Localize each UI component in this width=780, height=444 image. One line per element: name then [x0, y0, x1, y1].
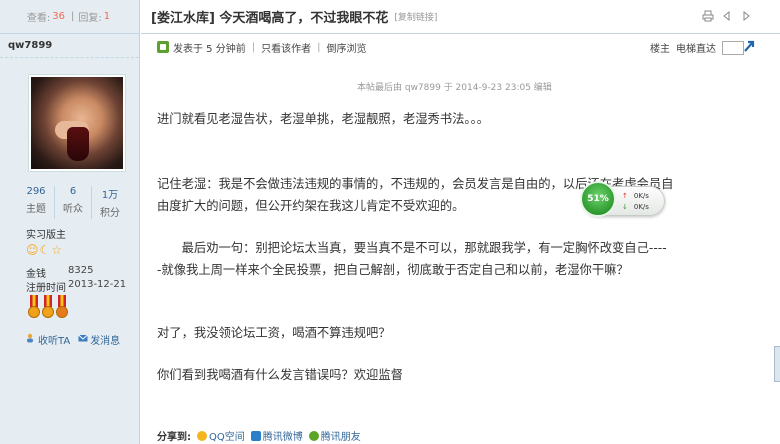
moon-icon: ☾	[39, 243, 51, 257]
floor-jump: 楼主 电梯直达	[650, 40, 744, 55]
user-group[interactable]: 实习版主	[26, 226, 66, 241]
share-pengyou[interactable]: 腾讯朋友	[308, 428, 361, 443]
stat-label: 听众	[63, 204, 83, 215]
prev-thread-icon[interactable]	[721, 10, 733, 22]
download-rate: 0K/s	[633, 203, 649, 211]
post-main: [娄江水库] 今天酒喝高了，不过我眼不花 [复制链接] 发表于 5 分钟前 | …	[141, 0, 780, 444]
follow-label: 收听TA	[38, 336, 71, 347]
speed-percent: 51%	[580, 181, 616, 217]
share-label: 分享到:	[157, 432, 191, 443]
reverse-order-link[interactable]: 倒序浏览	[326, 40, 366, 55]
replies-count: 1	[103, 11, 111, 22]
post-paragraph-2b: 由度扩大的问题，但公开约架在我这儿肯定不受欢迎的。	[157, 199, 465, 213]
title-tools	[702, 10, 752, 22]
share-item-label: QQ空间	[209, 432, 245, 443]
print-icon[interactable]	[702, 10, 714, 22]
info-value: 2013-12-21	[68, 279, 127, 290]
share-qzone[interactable]: QQ空间	[197, 428, 245, 443]
envelope-icon	[78, 333, 89, 346]
share-item-label: 腾讯朋友	[320, 432, 361, 443]
download-arrow-icon: ↓	[622, 203, 628, 211]
medal-icon[interactable]	[28, 295, 40, 321]
views-count: 36	[52, 11, 65, 22]
money-row: 金钱 8325	[26, 265, 93, 280]
post-time: 发表于 5 分钟前	[173, 43, 246, 55]
share-bar: 分享到: QQ空间 腾讯微博 腾讯朋友	[157, 428, 361, 443]
network-speed-widget[interactable]: 51% ↑ 0K/s ↓ 0K/s	[580, 181, 665, 217]
replies-label: 回复:	[78, 13, 102, 24]
stat-topics[interactable]: 296 主题	[18, 186, 55, 219]
thread-title: [娄江水库] 今天酒喝高了，不过我眼不花	[151, 11, 389, 26]
author-stats: 296 主题 6 听众 1万 积分	[18, 186, 128, 219]
info-key: 注册时间	[26, 283, 66, 294]
register-row: 注册时间 2013-12-21	[26, 279, 126, 294]
weibo-icon	[250, 430, 261, 441]
avatar-image	[31, 77, 123, 169]
post-paragraph-3b: -就像我上周一样来个全民投票，把自己解剖，彻底敢于否定自己和以前，老湿你干嘛？	[157, 263, 629, 277]
side-scroll-tab[interactable]	[774, 346, 780, 382]
copy-link[interactable]: [复制链接]	[394, 10, 437, 23]
share-item-label: 腾讯微博	[262, 432, 303, 443]
author-name[interactable]: qw7899	[0, 34, 139, 58]
next-thread-icon[interactable]	[740, 10, 752, 22]
stat-label: 积分	[100, 208, 120, 219]
stat-value: 6	[69, 186, 77, 197]
message-link[interactable]: 发消息	[78, 332, 120, 347]
medals	[28, 295, 68, 321]
star-icon: ☆	[51, 243, 63, 257]
message-label: 发消息	[90, 336, 121, 347]
author-sidebar: 查看: 36 | 回复: 1 qw7899 296 主题 6 听众 1万 积分 …	[0, 0, 140, 444]
follow-link[interactable]: 收听TA	[26, 332, 70, 347]
share-weibo[interactable]: 腾讯微博	[250, 428, 303, 443]
jump-arrow-icon[interactable]	[742, 39, 756, 57]
pengyou-icon	[308, 430, 319, 441]
qzone-icon	[197, 430, 207, 441]
medal-icon[interactable]	[42, 295, 54, 321]
post-paragraph-5: 你们看到我喝酒有什么发言错误吗？欢迎监督	[157, 368, 403, 382]
title-bar: [娄江水库] 今天酒喝高了，不过我眼不花 [复制链接]	[141, 0, 780, 34]
avatar[interactable]	[28, 74, 126, 172]
stat-value: 296	[26, 186, 46, 197]
post-paragraph-4: 对了，我没领论坛工资，喝酒不算违规吧？	[157, 326, 391, 340]
post-header: 发表于 5 分钟前 | 只看该作者 | 倒序浏览 楼主 电梯直达	[141, 34, 780, 60]
stat-points[interactable]: 1万 积分	[92, 186, 128, 219]
follow-icon	[26, 333, 36, 346]
author-actions: 收听TA 发消息	[26, 332, 120, 347]
views-label: 查看:	[26, 13, 51, 24]
upload-rate: 0K/s	[633, 192, 649, 200]
edit-note: 本帖最后由 qw7899 于 2014-9-23 23:05 编辑	[357, 83, 552, 93]
floor-input[interactable]	[722, 40, 744, 55]
post-paragraph-3a: 最后劝一句：别把论坛太当真，要当真不是不可以，那就跟我学，有一定胸怀改变自己--…	[157, 241, 667, 255]
info-value: 8325	[68, 265, 94, 276]
jump-label: 电梯直达	[676, 44, 716, 55]
stat-followers[interactable]: 6 听众	[55, 186, 92, 219]
sun-icon: ☺	[26, 243, 39, 257]
only-author-link[interactable]: 只看该作者	[261, 40, 311, 55]
stat-value: 1万	[101, 190, 119, 201]
rank-icons: ☺ ☾ ☆	[26, 244, 62, 256]
stat-label: 主题	[26, 204, 46, 215]
post-paragraph-2a: 记住老湿：我是不会做违法违规的事情的，不违规的，会员发言是自由的，以后还在考虑会…	[157, 177, 674, 191]
floor-label: 楼主	[650, 44, 670, 55]
post-paragraph-1: 进门就看见老湿告状，老湿单挑，老湿靓照，老湿秀书法。。。	[157, 112, 490, 126]
upload-arrow-icon: ↑	[622, 192, 628, 200]
speed-rows: ↑ 0K/s ↓ 0K/s	[622, 191, 649, 213]
online-status-icon	[157, 41, 169, 53]
stats-divider: |	[70, 11, 75, 22]
medal-icon[interactable]	[56, 295, 68, 321]
thread-stats: 查看: 36 | 回复: 1	[0, 0, 139, 34]
info-key: 金钱	[26, 269, 46, 280]
